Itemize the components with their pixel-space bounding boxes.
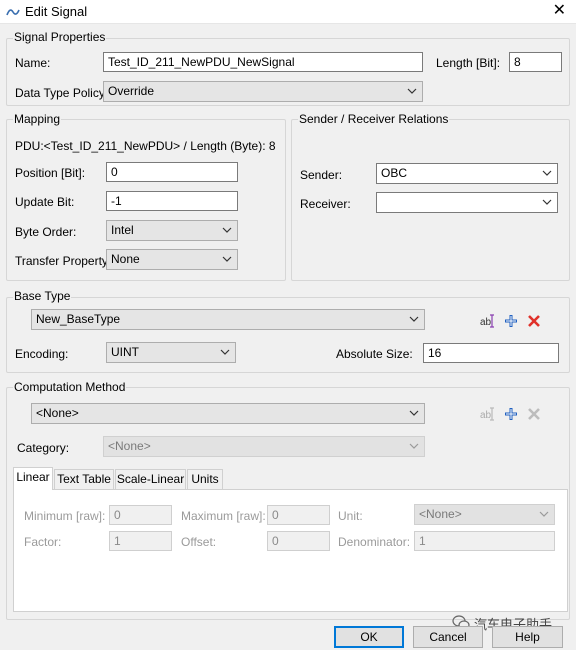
mapping-label: Mapping — [13, 112, 62, 126]
minimum-raw-field: 0 — [109, 505, 172, 525]
byte-order-label: Byte Order: — [15, 225, 77, 239]
chevron-down-icon — [407, 88, 417, 94]
close-button[interactable]: ✕ — [553, 2, 566, 20]
chevron-down-icon — [222, 256, 232, 262]
chevron-down-icon — [539, 511, 549, 517]
absolute-size-field[interactable]: 16 — [423, 343, 559, 363]
base-type-label: Base Type — [13, 289, 72, 303]
byte-order-value: Intel — [111, 223, 134, 237]
data-type-policy-select[interactable]: Override — [103, 81, 423, 102]
rename-icon: ab — [480, 407, 494, 421]
signal-properties-label: Signal Properties — [13, 30, 107, 44]
factor-label: Factor: — [24, 535, 62, 549]
add-icon[interactable] — [503, 406, 519, 422]
data-type-policy-label: Data Type Policy: — [15, 86, 109, 100]
chevron-down-icon — [542, 170, 552, 176]
length-field[interactable]: 8 — [509, 52, 562, 72]
transfer-property-select[interactable]: None — [106, 249, 238, 270]
tab-units[interactable]: Units — [187, 469, 223, 489]
svg-text:ab: ab — [480, 410, 492, 421]
encoding-label: Encoding: — [15, 347, 69, 361]
computation-method-select[interactable]: <None> — [31, 403, 425, 424]
denominator-field: 1 — [414, 531, 555, 551]
chevron-down-icon — [409, 316, 419, 322]
base-type-select[interactable]: New_BaseType — [31, 309, 425, 330]
unit-label: Unit: — [338, 509, 363, 523]
position-label: Position [Bit]: — [15, 166, 86, 180]
unit-select: <None> — [414, 504, 555, 525]
chevron-down-icon — [220, 349, 230, 355]
tab-scale-linear[interactable]: Scale-Linear — [115, 469, 186, 489]
data-type-policy-value: Override — [108, 84, 155, 98]
cancel-button[interactable]: Cancel — [413, 626, 483, 648]
computation-method-value: <None> — [36, 406, 79, 420]
sender-value: OBC — [381, 166, 408, 180]
svg-text:ab: ab — [480, 317, 492, 328]
title-bar: Edit Signal ✕ — [0, 0, 576, 24]
maximum-raw-label: Maximum [raw]: — [181, 509, 266, 523]
byte-order-select[interactable]: Intel — [106, 220, 238, 241]
encoding-value: UINT — [111, 345, 139, 359]
update-bit-field[interactable]: -1 — [106, 191, 238, 211]
position-field[interactable]: 0 — [106, 162, 238, 182]
chevron-down-icon — [409, 443, 419, 449]
linear-tab-panel: Minimum [raw]: 0 Maximum [raw]: 0 Unit: … — [13, 489, 568, 612]
help-button[interactable]: Help — [492, 626, 563, 648]
receiver-label: Receiver: — [300, 197, 351, 211]
encoding-select[interactable]: UINT — [106, 342, 236, 363]
minimum-raw-label: Minimum [raw]: — [24, 509, 106, 523]
sender-select[interactable]: OBC — [376, 163, 558, 184]
chevron-down-icon — [409, 410, 419, 416]
signal-wave-icon — [6, 9, 20, 16]
delete-icon — [528, 408, 540, 420]
transfer-property-value: None — [111, 252, 140, 266]
tab-text-table[interactable]: Text Table — [54, 469, 114, 489]
sender-label: Sender: — [300, 168, 343, 182]
ok-button[interactable]: OK — [334, 626, 404, 648]
rename-icon[interactable]: ab — [480, 313, 496, 329]
offset-label: Offset: — [181, 535, 217, 549]
offset-field: 0 — [267, 531, 330, 551]
absolute-size-label: Absolute Size: — [336, 347, 413, 361]
tab-linear[interactable]: Linear — [13, 467, 53, 490]
computation-method-label: Computation Method — [13, 380, 127, 394]
transfer-property-label: Transfer Property: — [15, 254, 112, 268]
maximum-raw-field: 0 — [267, 505, 330, 525]
base-type-value: New_BaseType — [36, 312, 121, 326]
delete-icon[interactable] — [526, 313, 542, 329]
add-icon[interactable] — [503, 313, 519, 329]
receiver-select[interactable] — [376, 192, 558, 213]
chevron-down-icon — [542, 199, 552, 205]
name-label: Name: — [15, 56, 51, 70]
category-select: <None> — [103, 436, 425, 457]
pdu-info-text: PDU:<Test_ID_211_NewPDU> / Length (Byte)… — [15, 139, 276, 153]
factor-field: 1 — [109, 531, 172, 551]
denominator-label: Denominator: — [338, 535, 411, 549]
chevron-down-icon — [222, 227, 232, 233]
unit-value: <None> — [419, 507, 462, 521]
name-field[interactable]: Test_ID_211_NewPDU_NewSignal — [103, 52, 423, 72]
category-value: <None> — [108, 439, 151, 453]
window-title: Edit Signal — [25, 4, 88, 19]
sender-receiver-label: Sender / Receiver Relations — [298, 112, 450, 126]
category-label: Category: — [17, 441, 70, 455]
length-label: Length [Bit]: — [436, 56, 501, 70]
update-bit-label: Update Bit: — [15, 195, 75, 209]
